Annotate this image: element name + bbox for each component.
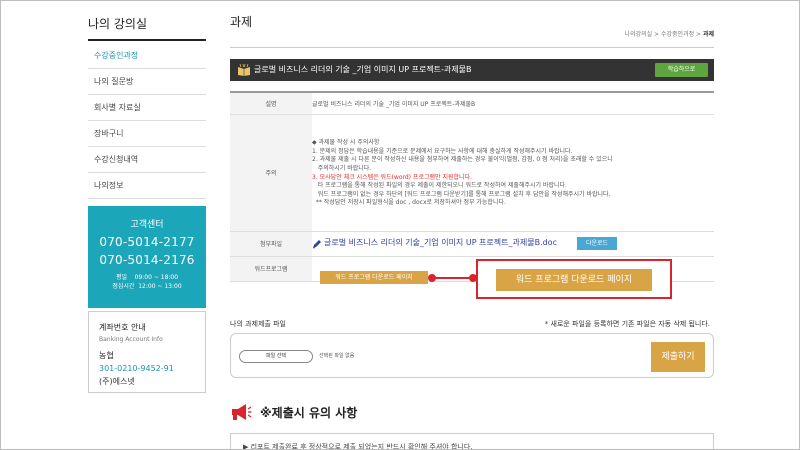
my-file-label: 나의 과제제출 파일 bbox=[230, 320, 286, 328]
course-header-bar: 글로벌 비즈니스 리더의 기술 _기업 이미지 UP 프로젝트-과제물B 학습하… bbox=[230, 59, 714, 81]
upload-note: * 새로운 파일을 등록하면 기존 파일은 자동 삭제 됩니다. bbox=[544, 320, 710, 328]
megaphone-icon bbox=[232, 404, 252, 420]
course-title: 글로벌 비즈니스 리더의 기술 _기업 이미지 UP 프로젝트-과제물B bbox=[254, 65, 472, 74]
sidebar-item-company-archive[interactable]: 회사별 자료실 bbox=[88, 95, 206, 121]
bank-name: 농협 bbox=[99, 351, 114, 360]
customer-center-hours: 평일 09:00 ~ 18:00 점심시간 12:00 ~ 13:00 bbox=[88, 273, 206, 291]
table-row: 첨부파일 글로벌 비즈니스 리더의 기술_기업 이미지 UP 프로젝트_과제물B… bbox=[230, 231, 714, 257]
notice-line: 타 프로그램을 통해 작성된 파일의 경우 제출이 제한되오니 워드로 작성하여… bbox=[312, 182, 567, 190]
bank-account-number: 301-0210-9452-91 bbox=[99, 364, 174, 373]
caution-line: ▶ 리포트 제출완료 후 정상적으로 제출 되었는지 반드시 확인해 주셔야 합… bbox=[243, 443, 473, 450]
assignment-info-table: 설명 글로벌 비즈니스 리더의 기술 _기업 이미지 UP 프로젝트-과제물B … bbox=[230, 91, 714, 282]
notice-line: 워드 프로그램이 없는 경우 하단의 [워드 프로그램 다운받기]를 통해 프로… bbox=[312, 190, 611, 198]
customer-center-title: 고객센터 bbox=[130, 220, 164, 230]
bank-info-subtitle: Banking Account Info bbox=[99, 336, 163, 343]
word-program-label: 워드프로그램 bbox=[230, 256, 312, 282]
main-content: 과제 나의강의실 > 수강중인과정 > 과제 글로벌 비즈니스 리더의 기술 _… bbox=[230, 1, 714, 450]
sidebar-menu: 수강중인과정 나의 질문방 회사별 자료실 장바구니 수강신청내역 나의정보 bbox=[88, 43, 206, 199]
upload-box: 파일 선택 선택된 파일 없음 제출하기 bbox=[230, 333, 714, 378]
sidebar-item-my-questions[interactable]: 나의 질문방 bbox=[88, 69, 206, 95]
breadcrumb-courses[interactable]: 수강중인과정 bbox=[661, 31, 694, 38]
breadcrumb-home[interactable]: 나의강의실 bbox=[625, 31, 653, 38]
attachment-file-link[interactable]: 글로벌 비즈니스 리더의 기술_기업 이미지 UP 프로젝트_과제물B.doc bbox=[324, 238, 557, 247]
notice-line-highlight: 3. 모사답안 체크 시스템은 워드(word) 프로그램만 지원합니다. bbox=[312, 173, 472, 181]
page-frame: 나의 강의실 수강중인과정 나의 질문방 회사별 자료실 장바구니 수강신청내역… bbox=[0, 0, 800, 450]
notice-line: 주의하시기 바랍니다. bbox=[312, 164, 372, 172]
bank-account-owner: (주)에스넷 bbox=[99, 377, 135, 386]
download-button[interactable]: 다운로드 bbox=[576, 237, 617, 250]
customer-center-phone-1: 070-5014-2177 bbox=[99, 235, 195, 249]
sidebar-item-my-info[interactable]: 나의정보 bbox=[88, 173, 206, 199]
sidebar-item-cart[interactable]: 장바구니 bbox=[88, 121, 206, 147]
notice-line: 2. 과제물 제출 시 다른 분이 작성하신 내용을 첨부하여 제출하는 경우 … bbox=[312, 156, 613, 164]
caution-title: ※제출시 유의 사항 bbox=[260, 406, 358, 420]
weekday-label: 평일 bbox=[115, 274, 127, 281]
table-row: 설명 글로벌 비즈니스 리더의 기술 _기업 이미지 UP 프로젝트-과제물B bbox=[230, 92, 714, 115]
breadcrumb: 나의강의실 > 수강중인과정 > 과제 bbox=[625, 29, 714, 38]
notice-line: ◆ 과제물 작성 시 주의사항 bbox=[312, 139, 380, 147]
desc-label: 설명 bbox=[230, 92, 312, 115]
title-divider bbox=[230, 47, 714, 48]
page-title: 과제 bbox=[230, 15, 253, 29]
no-file-selected-text: 선택된 파일 없음 bbox=[319, 353, 355, 359]
go-to-study-button[interactable]: 학습하으로 bbox=[655, 63, 708, 77]
callout-connector bbox=[435, 277, 472, 279]
breadcrumb-current: 과제 bbox=[702, 31, 714, 38]
notice-content: ◆ 과제물 작성 시 주의사항 1. 문제의 정답은 학습내용을 기준으로 문제… bbox=[312, 114, 714, 232]
desc-value: 글로벌 비즈니스 리더의 기술 _기업 이미지 UP 프로젝트-과제물B bbox=[312, 92, 714, 115]
choose-file-button[interactable]: 파일 선택 bbox=[239, 350, 313, 363]
sidebar-item-current-courses[interactable]: 수강중인과정 bbox=[88, 43, 206, 69]
breadcrumb-separator: > bbox=[652, 31, 661, 38]
weekday-hours: 09:00 ~ 18:00 bbox=[134, 274, 179, 281]
notice-line: ** 작성답안 저장시 파일형식을 doc , docx로 저장하셔야 정부 가… bbox=[312, 199, 506, 207]
table-row: 주의 ◆ 과제물 작성 시 주의사항 1. 문제의 정답은 학습내용을 기준으로… bbox=[230, 114, 714, 232]
attach-label: 첨부파일 bbox=[230, 231, 312, 257]
sidebar-item-enrollment-history[interactable]: 수강신청내역 bbox=[88, 147, 206, 173]
lunch-hours: 12:00 ~ 13:00 bbox=[138, 283, 182, 290]
attach-value: 글로벌 비즈니스 리더의 기술_기업 이미지 UP 프로젝트_과제물B.doc 다… bbox=[312, 231, 714, 257]
notice-label: 주의 bbox=[230, 114, 312, 232]
word-download-page-button[interactable]: 워드 프로그램 다운로드 페이지 bbox=[320, 271, 428, 284]
submit-button[interactable]: 제출하기 bbox=[651, 342, 705, 372]
sidebar-title: 나의 강의실 bbox=[88, 17, 148, 31]
breadcrumb-separator: > bbox=[694, 31, 703, 38]
sidebar-title-divider bbox=[88, 39, 206, 41]
bank-info-box: 계좌번호 안내 Banking Account Info 농협 301-0210… bbox=[88, 311, 206, 393]
caution-box: ▶ 리포트 제출완료 후 정상적으로 제출 되었는지 반드시 확인해 주셔야 합… bbox=[230, 433, 714, 450]
customer-center-box: 고객센터 070-5014-2177 070-5014-2176 평일 09:0… bbox=[88, 206, 206, 308]
word-button-callout: 워드 프로그램 다운로드 페이지 bbox=[476, 259, 672, 299]
book-icon bbox=[238, 64, 250, 76]
customer-center-phone-2: 070-5014-2176 bbox=[99, 253, 195, 267]
word-download-page-button-zoomed[interactable]: 워드 프로그램 다운로드 페이지 bbox=[496, 269, 652, 291]
bank-info-title: 계좌번호 안내 bbox=[99, 323, 146, 332]
pen-icon bbox=[312, 239, 321, 248]
lunch-label: 점심시간 bbox=[112, 283, 135, 290]
